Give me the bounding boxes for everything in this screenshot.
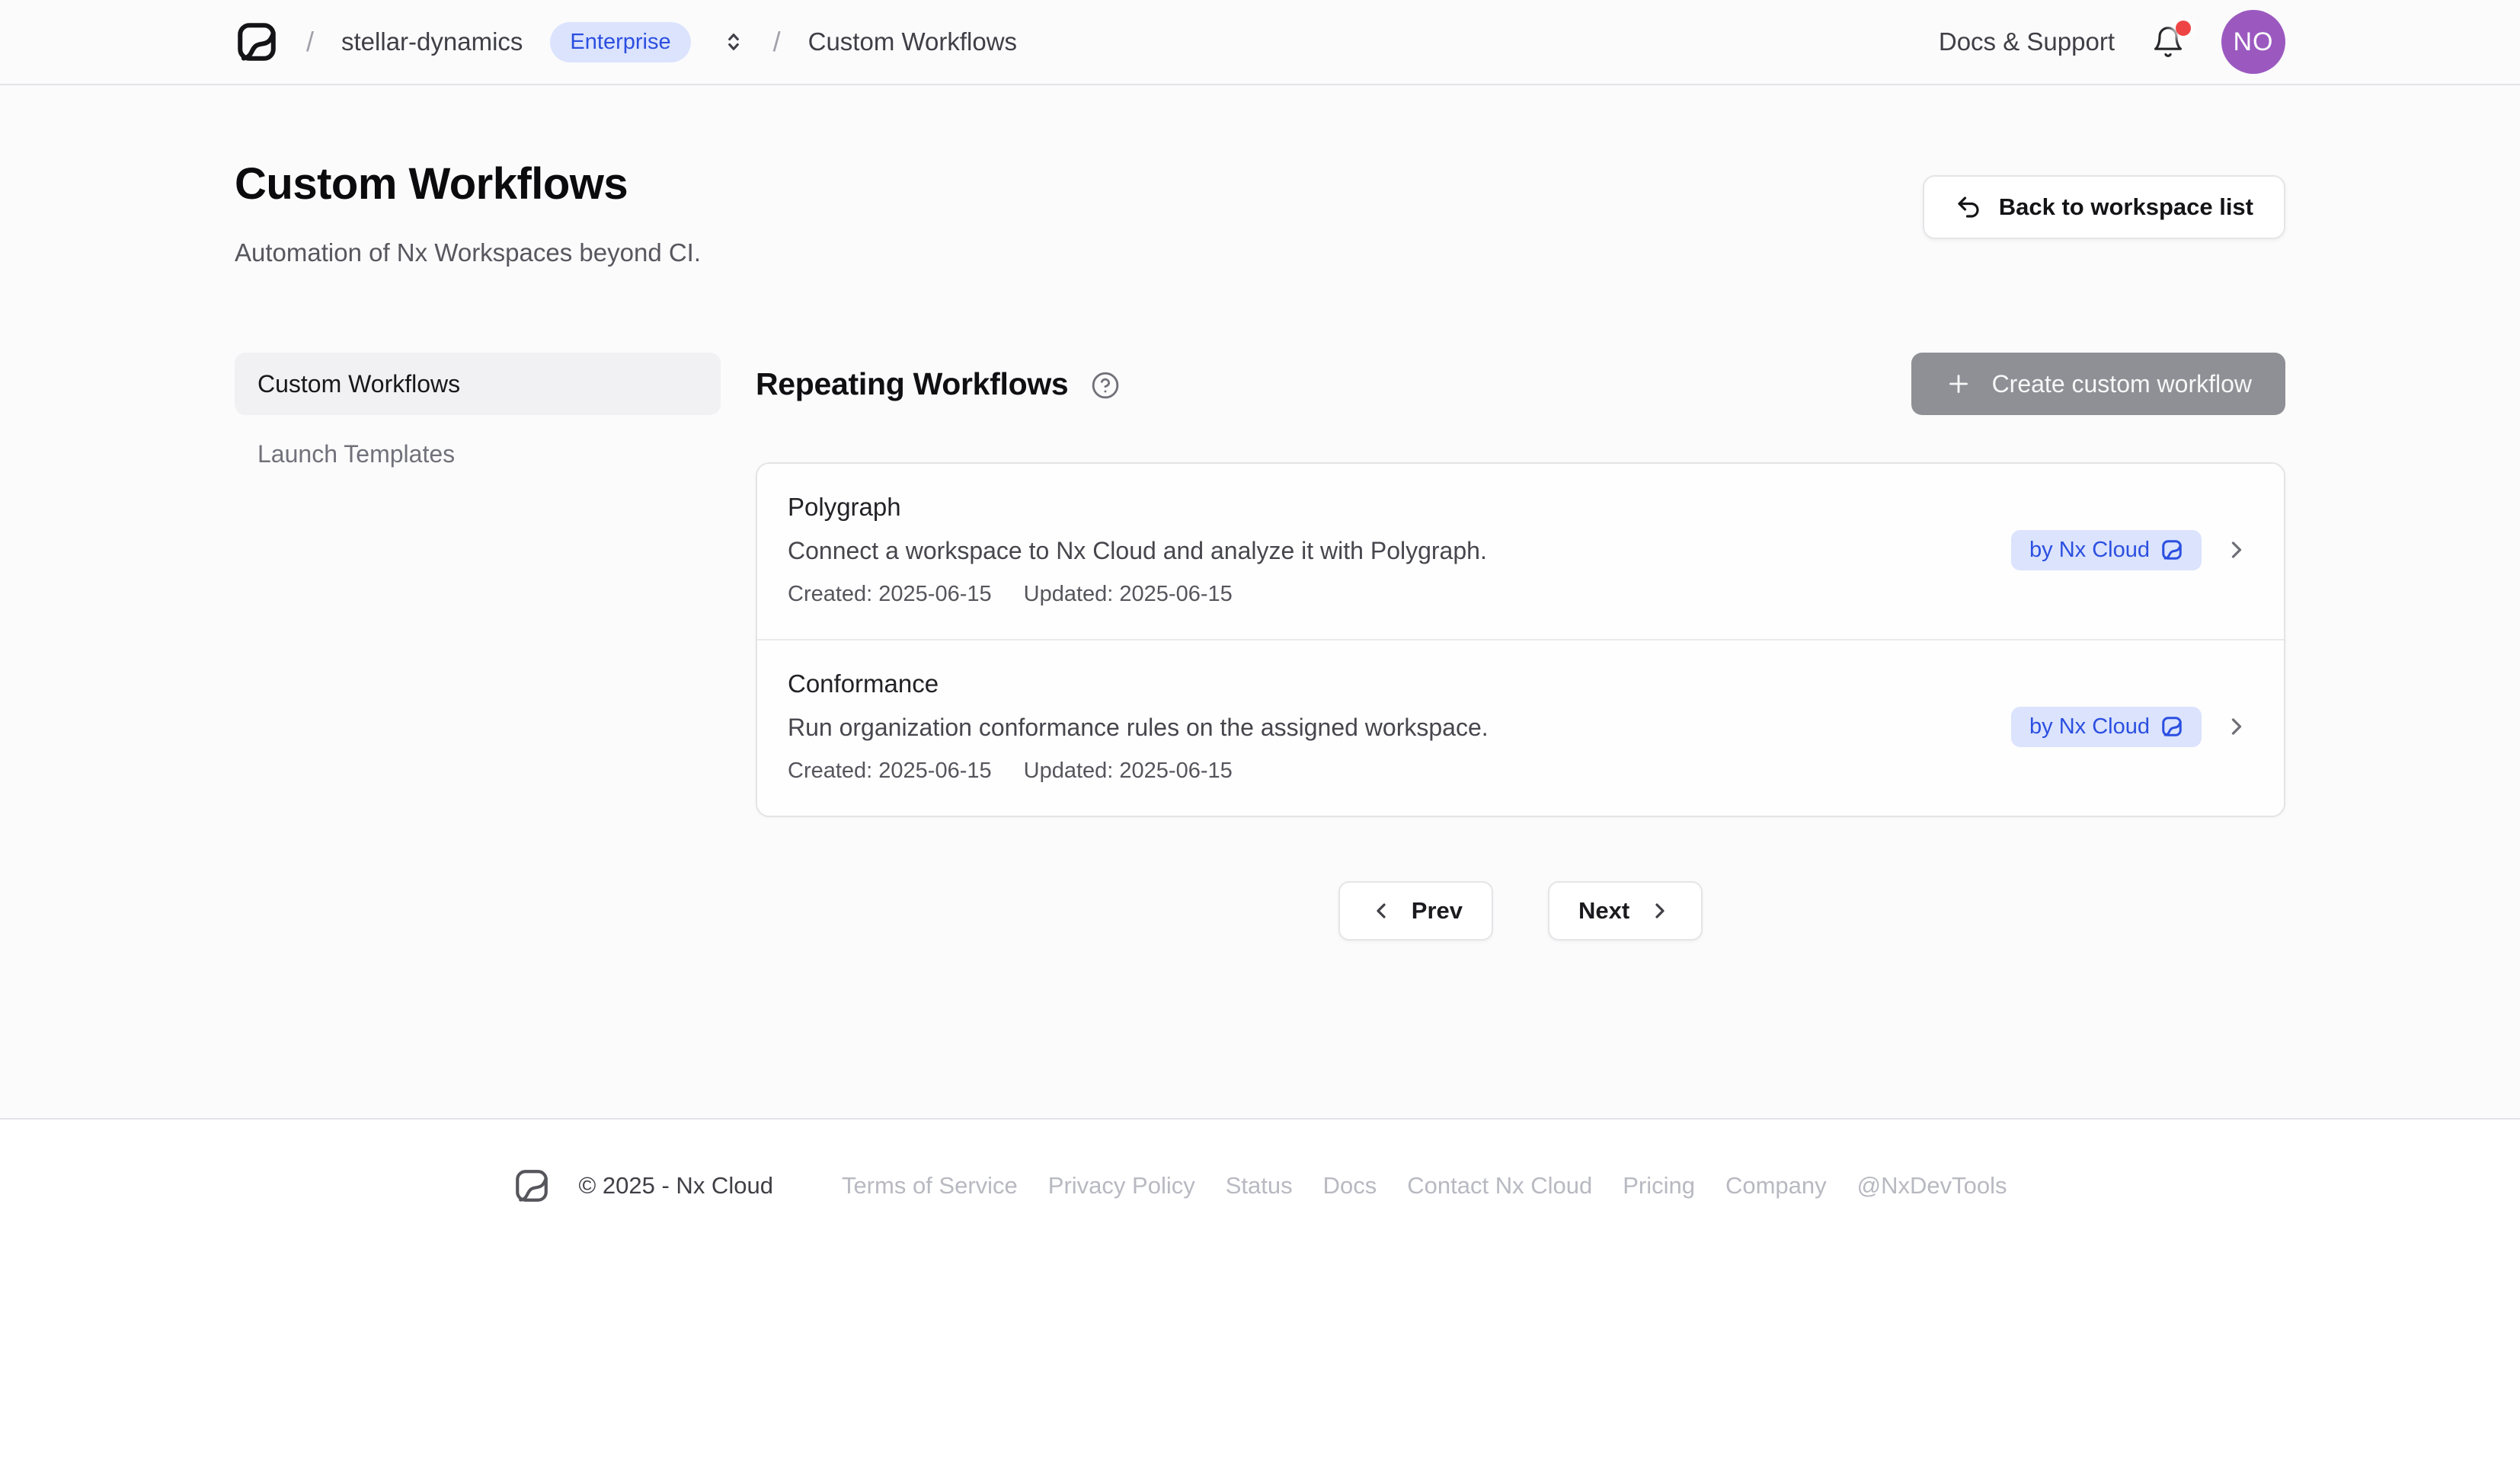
footer-link-terms[interactable]: Terms of Service xyxy=(842,1172,1018,1199)
docs-support-link[interactable]: Docs & Support xyxy=(1939,27,2115,56)
prev-page-button[interactable]: Prev xyxy=(1338,881,1493,941)
copyright-text: © 2025 - Nx Cloud xyxy=(578,1172,772,1199)
sidebar-item-label: Launch Templates xyxy=(257,440,455,468)
footer-link-status[interactable]: Status xyxy=(1226,1172,1293,1199)
app-shell: / stellar-dynamics Enterprise / Custom W… xyxy=(0,0,2520,1120)
breadcrumb-current-page[interactable]: Custom Workflows xyxy=(808,27,1017,56)
workspace-name[interactable]: stellar-dynamics xyxy=(341,27,523,56)
plan-badge: Enterprise xyxy=(550,22,690,62)
help-icon[interactable] xyxy=(1091,371,1120,400)
workflow-name: Polygraph xyxy=(788,493,2011,522)
sidebar-item-custom-workflows[interactable]: Custom Workflows xyxy=(235,353,721,415)
breadcrumb-separator: / xyxy=(773,26,781,58)
notification-dot xyxy=(2176,21,2191,36)
by-nx-cloud-badge[interactable]: by Nx Cloud xyxy=(2011,530,2202,570)
sidebar-item-launch-templates[interactable]: Launch Templates xyxy=(235,423,721,485)
page-subtitle: Automation of Nx Workspaces beyond CI. xyxy=(235,238,701,267)
nx-logo-footer-icon xyxy=(513,1167,551,1205)
section-title: Repeating Workflows xyxy=(756,366,1068,402)
pagination: Prev Next xyxy=(756,881,2285,941)
workflow-created-date: Created: 2025-06-15 xyxy=(788,759,992,784)
nx-logo-mini-icon xyxy=(2160,538,2183,561)
next-button-label: Next xyxy=(1578,897,1629,925)
back-button-label: Back to workspace list xyxy=(1999,193,2253,221)
chevron-right-icon xyxy=(1648,899,1672,923)
breadcrumb-separator: / xyxy=(306,26,314,58)
by-nx-cloud-badge[interactable]: by Nx Cloud xyxy=(2011,707,2202,747)
sidebar-item-label: Custom Workflows xyxy=(257,370,460,398)
workflow-description: Run organization conformance rules on th… xyxy=(788,714,2011,742)
page-title: Custom Workflows xyxy=(235,158,701,209)
back-to-workspace-list-button[interactable]: Back to workspace list xyxy=(1923,175,2285,239)
create-button-label: Create custom workflow xyxy=(1992,370,2252,398)
footer-link-company[interactable]: Company xyxy=(1725,1172,1827,1199)
chevron-left-icon xyxy=(1369,899,1393,923)
footer-link-twitter[interactable]: @NxDevTools xyxy=(1857,1172,2007,1199)
chevron-right-icon[interactable] xyxy=(2223,536,2250,564)
notifications-bell-icon[interactable] xyxy=(2151,25,2185,59)
workflow-row-conformance[interactable]: Conformance Run organization conformance… xyxy=(757,639,2284,816)
prev-button-label: Prev xyxy=(1412,897,1463,925)
footer-link-contact[interactable]: Contact Nx Cloud xyxy=(1407,1172,1592,1199)
footer-link-privacy[interactable]: Privacy Policy xyxy=(1048,1172,1195,1199)
footer-link-pricing[interactable]: Pricing xyxy=(1623,1172,1695,1199)
workflow-row-polygraph[interactable]: Polygraph Connect a workspace to Nx Clou… xyxy=(757,464,2284,639)
settings-sidebar: Custom Workflows Launch Templates xyxy=(235,353,721,485)
workflow-created-date: Created: 2025-06-15 xyxy=(788,582,992,607)
badge-label: by Nx Cloud xyxy=(2029,714,2150,740)
plus-icon xyxy=(1945,370,1972,398)
top-navbar: / stellar-dynamics Enterprise / Custom W… xyxy=(0,0,2520,85)
nx-logo-mini-icon xyxy=(2160,715,2183,738)
breadcrumb: / stellar-dynamics Enterprise / Custom W… xyxy=(235,20,1017,64)
workflow-updated-date: Updated: 2025-06-15 xyxy=(1024,582,1233,607)
next-page-button[interactable]: Next xyxy=(1548,881,1703,941)
footer-link-docs[interactable]: Docs xyxy=(1323,1172,1377,1199)
workflow-name: Conformance xyxy=(788,669,2011,698)
workspace-switcher-icon[interactable] xyxy=(721,30,746,54)
create-custom-workflow-button[interactable]: Create custom workflow xyxy=(1911,353,2285,415)
footer-links: Terms of Service Privacy Policy Status D… xyxy=(842,1172,2007,1199)
avatar[interactable]: NO xyxy=(2221,10,2285,74)
nx-logo-icon[interactable] xyxy=(235,20,279,64)
workflow-updated-date: Updated: 2025-06-15 xyxy=(1024,759,1233,784)
badge-label: by Nx Cloud xyxy=(2029,538,2150,563)
workflows-list-card: Polygraph Connect a workspace to Nx Clou… xyxy=(756,462,2285,817)
chevron-right-icon[interactable] xyxy=(2223,713,2250,740)
page-header: Custom Workflows Automation of Nx Worksp… xyxy=(235,158,701,267)
workflow-description: Connect a workspace to Nx Cloud and anal… xyxy=(788,537,2011,565)
return-arrow-icon xyxy=(1955,193,1982,221)
page-footer: © 2025 - Nx Cloud Terms of Service Priva… xyxy=(0,1120,2520,1477)
